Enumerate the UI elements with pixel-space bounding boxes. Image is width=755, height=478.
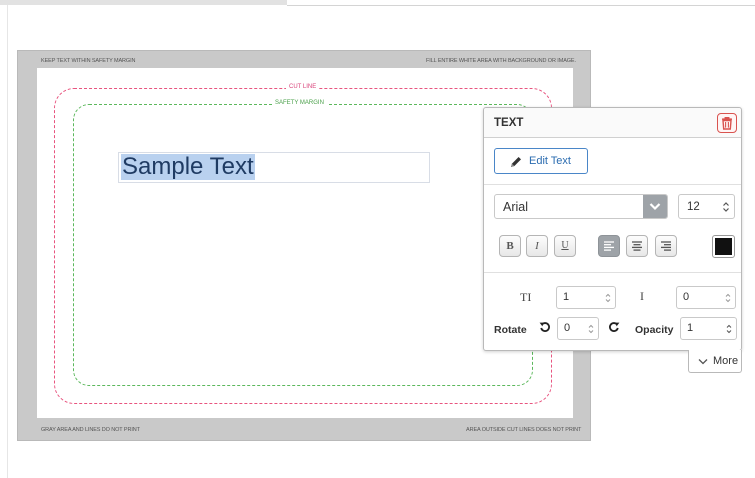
align-right-button[interactable]	[655, 235, 677, 257]
align-left-icon	[604, 241, 614, 251]
line-height-input[interactable]: 0	[676, 286, 736, 309]
divider	[484, 272, 741, 273]
underline-button[interactable]: U	[554, 235, 576, 257]
letter-spacing-input[interactable]: 1	[556, 286, 616, 309]
note-gray-area: GRAY AREA AND LINES DO NOT PRINT	[41, 427, 140, 433]
delete-button[interactable]	[717, 113, 737, 133]
font-family-select[interactable]: Arial	[494, 194, 668, 219]
note-outside-cut: AREA OUTSIDE CUT LINES DOES NOT PRINT	[466, 427, 582, 433]
left-divider	[7, 5, 8, 478]
divider	[484, 184, 741, 185]
updown-icon	[725, 293, 731, 303]
pencil-icon	[511, 157, 521, 167]
align-left-button[interactable]	[598, 235, 620, 257]
italic-button[interactable]: I	[526, 235, 548, 257]
rotate-right-icon[interactable]	[608, 321, 620, 333]
note-fill-area: FILL ENTIRE WHITE AREA WITH BACKGROUND O…	[426, 58, 576, 64]
cut-line-label: CUT LINE	[286, 84, 320, 90]
updown-icon	[588, 324, 594, 334]
updown-icon	[605, 293, 611, 303]
safety-margin-label: SAFETY MARGIN	[272, 100, 327, 106]
font-size-select[interactable]: 12	[678, 194, 735, 219]
align-center-icon	[632, 241, 642, 251]
text-color-picker[interactable]	[712, 235, 735, 258]
updown-icon	[726, 324, 732, 334]
line-height-icon: I	[640, 289, 644, 303]
align-center-button[interactable]	[626, 235, 648, 257]
trash-icon	[722, 117, 732, 130]
top-divider	[287, 5, 755, 6]
more-label: More	[713, 355, 739, 367]
top-tab-strip	[0, 0, 287, 5]
font-size-value: 12	[687, 201, 700, 213]
bold-button[interactable]: B	[499, 235, 521, 257]
more-button[interactable]: More	[688, 350, 742, 373]
rotate-value: 0	[564, 322, 571, 334]
letter-spacing-icon: TI	[520, 290, 532, 304]
note-safety-margin: KEEP TEXT WITHIN SAFETY MARGIN	[41, 58, 136, 64]
updown-icon	[723, 202, 729, 212]
opacity-select[interactable]: 1	[680, 317, 737, 340]
text-properties-panel: TEXT Edit Text Arial 12 B I U TI 1 I 0 R…	[483, 107, 742, 351]
letter-spacing-value: 1	[563, 291, 570, 303]
edit-text-label: Edit Text	[529, 155, 571, 167]
safety-margin	[73, 104, 533, 386]
opacity-value: 1	[687, 322, 694, 334]
chevron-down-icon	[649, 203, 661, 211]
panel-header: TEXT	[484, 108, 741, 138]
sample-text-selection[interactable]: Sample Text	[121, 154, 255, 180]
rotate-left-icon[interactable]	[539, 321, 551, 333]
align-right-icon	[661, 241, 671, 251]
text-color-fill	[715, 238, 732, 255]
line-height-value: 0	[683, 291, 690, 303]
rotate-input[interactable]: 0	[557, 317, 599, 340]
font-family-value: Arial	[503, 200, 529, 214]
rotate-label: Rotate	[494, 324, 527, 336]
chevron-down-icon	[698, 359, 708, 365]
font-dropdown-arrow[interactable]	[643, 195, 667, 218]
panel-title: TEXT	[494, 117, 524, 129]
edit-text-button[interactable]: Edit Text	[494, 148, 588, 174]
opacity-label: Opacity	[635, 324, 674, 336]
